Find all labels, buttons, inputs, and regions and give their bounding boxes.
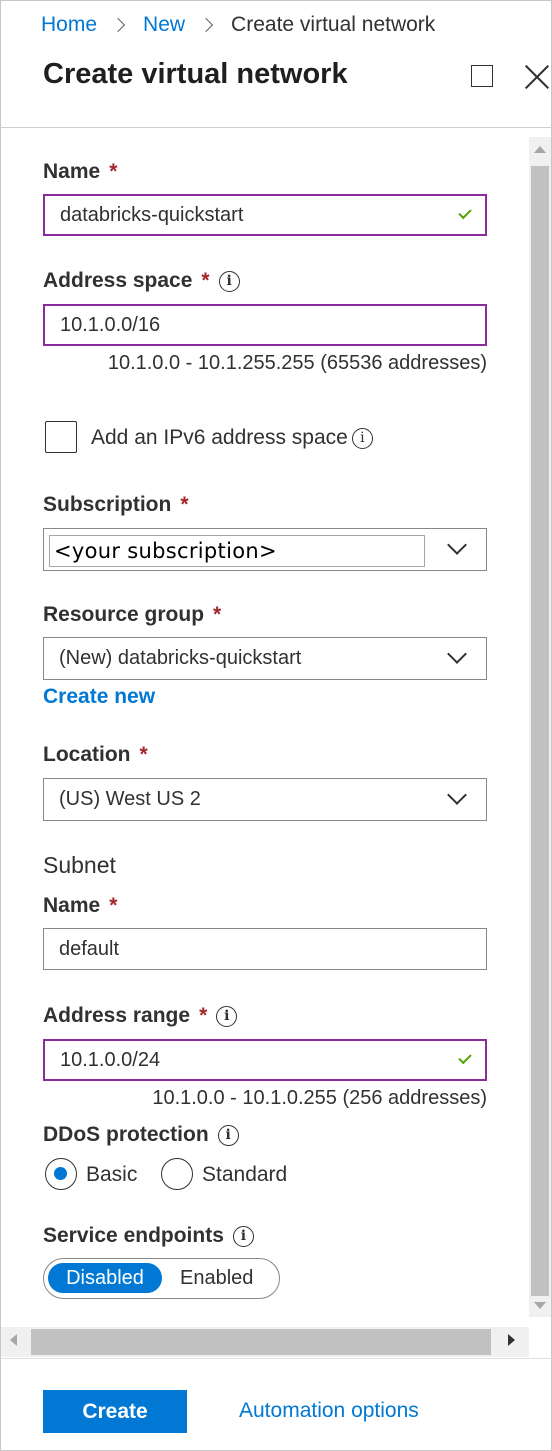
chevron-down-icon [447, 785, 467, 805]
subscription-input[interactable]: <your subscription> [49, 535, 425, 567]
address-range-hint: 10.1.0.0 - 10.1.0.255 (256 addresses) [152, 1087, 487, 1109]
subnet-name-label: Name * [43, 894, 118, 917]
service-endpoints-toggle[interactable]: Disabled Enabled [43, 1258, 280, 1299]
info-icon[interactable]: i [217, 1124, 239, 1146]
chevron-right-icon [198, 17, 214, 33]
toggle-option-disabled[interactable]: Disabled [48, 1263, 162, 1293]
chevron-down-icon [447, 535, 467, 555]
subnet-name-input[interactable]: default [43, 928, 487, 970]
vertical-scrollbar-thumb[interactable] [531, 166, 549, 1296]
create-button[interactable]: Create [43, 1390, 187, 1433]
ddos-standard-radio[interactable] [161, 1158, 193, 1190]
footer-divider [0, 1358, 552, 1359]
address-range-label: Address range * i [43, 1004, 238, 1028]
scroll-right-arrow-icon[interactable] [508, 1334, 515, 1346]
required-marker: * [180, 493, 189, 516]
toggle-option-enabled[interactable]: Enabled [180, 1263, 253, 1293]
create-new-link[interactable]: Create new [43, 685, 155, 709]
service-endpoints-label: Service endpoints i [43, 1224, 254, 1248]
info-icon[interactable]: i [351, 427, 373, 449]
ipv6-checkbox-label: Add an IPv6 address space i [91, 426, 373, 450]
close-icon[interactable] [524, 64, 550, 90]
breadcrumb-home-link[interactable]: Home [41, 13, 97, 37]
breadcrumb-current: Create virtual network [231, 13, 436, 36]
resource-group-label: Resource group * [43, 603, 222, 626]
address-space-hint: 10.1.0.0 - 10.1.255.255 (65536 addresses… [107, 352, 487, 374]
subscription-label: Subscription * [43, 493, 189, 516]
ddos-basic-radio[interactable] [45, 1158, 77, 1190]
header-divider [0, 127, 552, 128]
required-marker: * [199, 1004, 208, 1027]
resource-group-dropdown[interactable]: (New) databricks-quickstart [43, 637, 487, 680]
name-input[interactable]: databricks-quickstart [43, 194, 487, 236]
info-icon[interactable]: i [218, 270, 240, 292]
scroll-left-arrow-icon[interactable] [10, 1334, 17, 1346]
address-space-label: Address space * i [43, 269, 240, 293]
breadcrumb-new-link[interactable]: New [143, 13, 185, 37]
name-label: Name * [43, 160, 118, 183]
automation-options-link[interactable]: Automation options [239, 1399, 419, 1423]
location-label: Location * [43, 743, 148, 766]
required-marker: * [109, 894, 118, 917]
required-marker: * [201, 269, 210, 292]
required-marker: * [139, 743, 148, 766]
page-title: Create virtual network [43, 58, 348, 90]
address-range-input[interactable]: 10.1.0.0/24 [43, 1039, 487, 1081]
subnet-section-title: Subnet [43, 852, 116, 878]
required-marker: * [109, 160, 118, 183]
info-icon[interactable]: i [232, 1225, 254, 1247]
info-icon[interactable]: i [216, 1005, 238, 1027]
checkmark-icon [458, 205, 472, 220]
ddos-standard-label: Standard [202, 1163, 288, 1186]
ddos-label: DDoS protection i [43, 1123, 239, 1147]
ipv6-checkbox[interactable] [45, 421, 77, 453]
chevron-right-icon [110, 17, 126, 33]
maximize-icon[interactable] [471, 65, 493, 87]
ddos-basic-label: Basic [86, 1163, 138, 1186]
address-space-input[interactable]: 10.1.0.0/16 [43, 304, 487, 346]
checkmark-icon [458, 1050, 472, 1065]
required-marker: * [213, 603, 222, 626]
scroll-up-arrow-icon[interactable] [534, 146, 546, 153]
location-dropdown[interactable]: (US) West US 2 [43, 778, 487, 821]
scroll-down-arrow-icon[interactable] [534, 1302, 546, 1309]
chevron-down-icon [447, 644, 467, 664]
horizontal-scrollbar-thumb[interactable] [31, 1329, 491, 1355]
breadcrumb: Home New Create virtual network [41, 11, 435, 39]
